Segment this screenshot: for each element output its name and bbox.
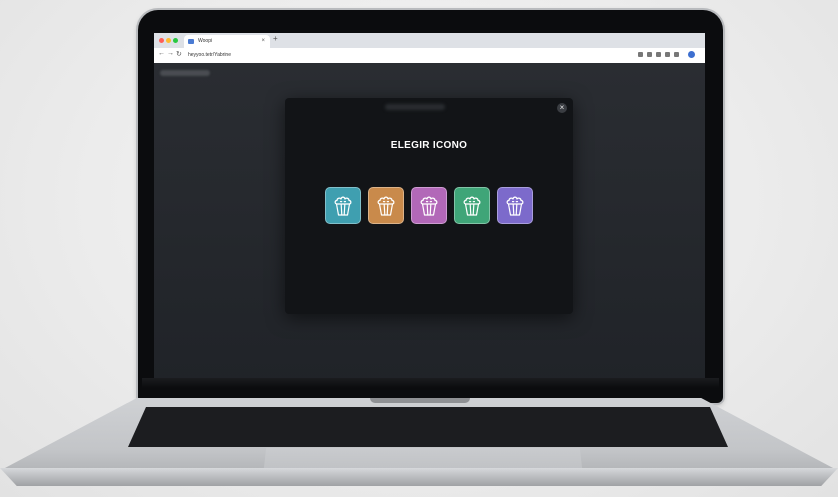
tab-close-button[interactable]: ×	[261, 35, 265, 48]
new-tab-button[interactable]: +	[273, 34, 278, 43]
modal-close-button[interactable]: ×	[557, 103, 567, 113]
laptop-keyboard	[128, 407, 728, 447]
site-logo	[160, 70, 210, 76]
arrow-left-icon[interactable]: ←	[158, 50, 165, 57]
minimize-window-button[interactable]	[166, 38, 171, 43]
address-bar[interactable]: heyyoo.tetr/Yabrine	[188, 50, 231, 61]
tab-strip: Woopi × +	[154, 33, 705, 48]
extension-icon[interactable]	[656, 52, 661, 57]
popcorn-icon-blue[interactable]	[325, 187, 361, 224]
site-favicon-icon	[188, 39, 194, 44]
reload-icon[interactable]: ↻	[176, 50, 182, 58]
popcorn-icon-violet[interactable]	[497, 187, 533, 224]
popcorn-icon-purple[interactable]	[411, 187, 447, 224]
profile-avatar[interactable]	[688, 51, 695, 58]
arrow-right-icon[interactable]: →	[167, 50, 174, 57]
browser-tab[interactable]: Woopi ×	[184, 35, 270, 48]
popcorn-icon-green[interactable]	[454, 187, 490, 224]
icon-options	[325, 187, 533, 225]
modal-title: ELEGIR ICONO	[390, 140, 468, 151]
laptop-notch	[370, 398, 470, 403]
close-window-button[interactable]	[159, 38, 164, 43]
modal-header-blur	[385, 104, 445, 110]
popcorn-icon-orange[interactable]	[368, 187, 404, 224]
sidebar-icon[interactable]	[674, 52, 679, 57]
laptop-screen: Woopi × + ← → ↻ heyyoo.tetr/Yabrine × EL…	[154, 33, 705, 387]
share-icon[interactable]	[638, 52, 643, 57]
tab-title: Woopi	[198, 38, 213, 44]
maximize-window-button[interactable]	[173, 38, 178, 43]
laptop-hinge	[142, 378, 719, 388]
address-row: ← → ↻ heyyoo.tetr/Yabrine	[154, 48, 705, 64]
bookmark-star-icon[interactable]	[647, 52, 652, 57]
puzzle-icon[interactable]	[665, 52, 670, 57]
laptop-front-edge	[0, 468, 838, 486]
browser-chrome: Woopi × + ← → ↻ heyyoo.tetr/Yabrine	[154, 33, 705, 64]
choose-icon-modal: × ELEGIR ICONO	[285, 98, 573, 314]
